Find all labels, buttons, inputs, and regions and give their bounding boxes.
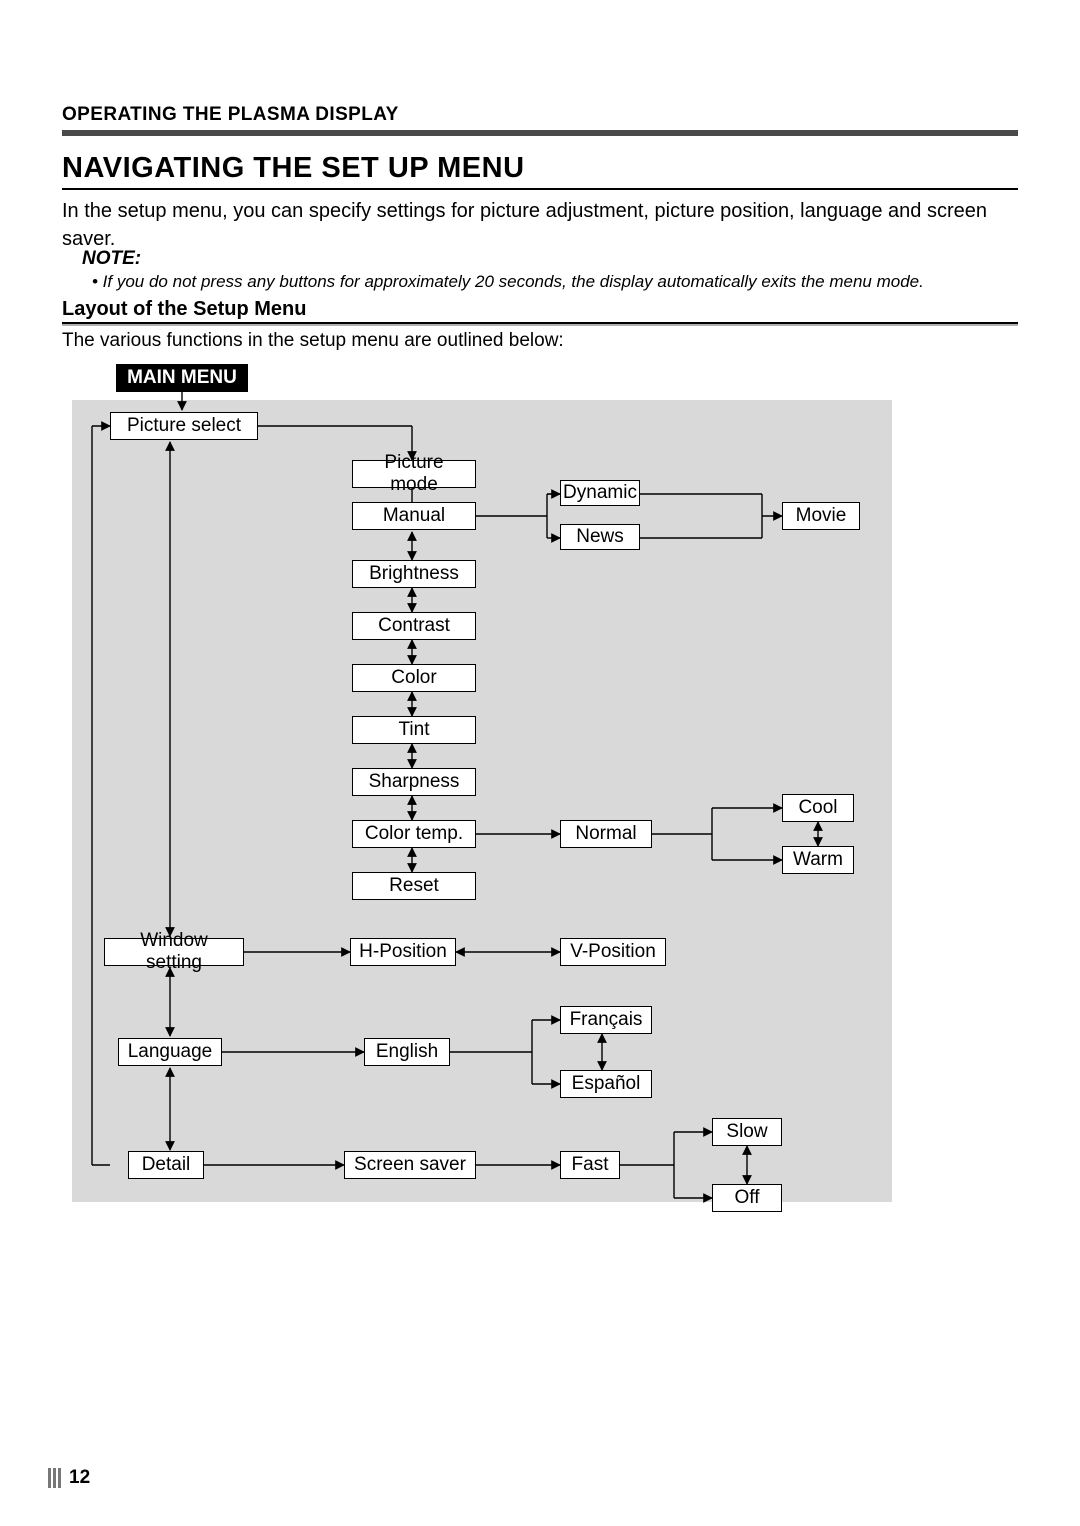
note-label: NOTE: — [82, 248, 141, 270]
page-title: NAVIGATING THE SET UP MENU — [62, 152, 525, 185]
node-picture-mode: Picture mode — [352, 460, 476, 488]
setup-menu-diagram: MAIN MENU Picture select Picture mode Ma… — [62, 360, 1018, 1240]
node-movie: Movie — [782, 502, 860, 530]
intro-paragraph: In the setup menu, you can specify setti… — [62, 198, 1018, 253]
node-picture-select: Picture select — [110, 412, 258, 440]
note-body: • If you do not press any buttons for ap… — [92, 272, 1012, 292]
node-slow: Slow — [712, 1118, 782, 1146]
node-warm: Warm — [782, 846, 854, 874]
node-detail: Detail — [128, 1151, 204, 1179]
subheading: Layout of the Setup Menu — [62, 298, 306, 321]
node-cool: Cool — [782, 794, 854, 822]
node-color-temp: Color temp. — [352, 820, 476, 848]
title-underline — [62, 188, 1018, 190]
connector-lines — [62, 360, 1018, 1240]
divider — [62, 130, 1018, 136]
node-h-position: H-Position — [350, 938, 456, 966]
node-reset: Reset — [352, 872, 476, 900]
node-screen-saver: Screen saver — [344, 1151, 476, 1179]
node-window-setting: Window setting — [104, 938, 244, 966]
node-espanol: Español — [560, 1070, 652, 1098]
node-v-position: V-Position — [560, 938, 666, 966]
outline-text: The various functions in the setup menu … — [62, 330, 564, 352]
section-header: OPERATING THE PLASMA DISPLAY — [62, 104, 399, 126]
node-main-menu: MAIN MENU — [116, 364, 248, 392]
subheading-rule-shadow — [62, 324, 1018, 326]
node-brightness: Brightness — [352, 560, 476, 588]
manual-page: OPERATING THE PLASMA DISPLAY NAVIGATING … — [0, 0, 1080, 1526]
page-number-value: 12 — [69, 1467, 90, 1489]
node-language: Language — [118, 1038, 222, 1066]
page-number: 12 — [48, 1466, 90, 1490]
node-news: News — [560, 524, 640, 550]
node-dynamic: Dynamic — [560, 480, 640, 506]
page-number-decoration — [48, 1468, 61, 1488]
node-contrast: Contrast — [352, 612, 476, 640]
node-tint: Tint — [352, 716, 476, 744]
node-manual: Manual — [352, 502, 476, 530]
node-francais: Français — [560, 1006, 652, 1034]
node-sharpness: Sharpness — [352, 768, 476, 796]
node-off: Off — [712, 1184, 782, 1212]
node-fast: Fast — [560, 1151, 620, 1179]
node-english: English — [364, 1038, 450, 1066]
node-color: Color — [352, 664, 476, 692]
node-normal: Normal — [560, 820, 652, 848]
